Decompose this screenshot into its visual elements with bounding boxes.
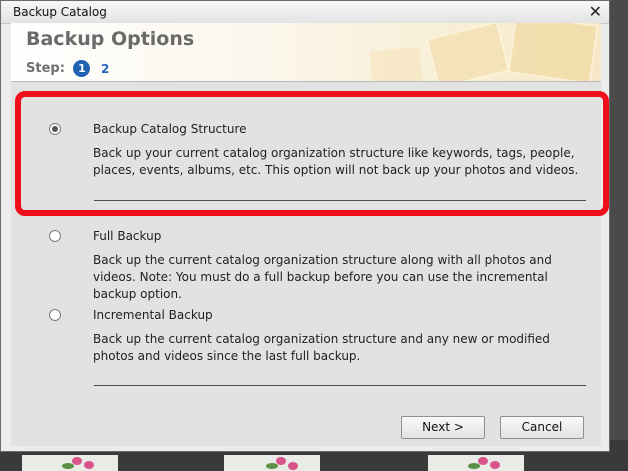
radio-full-backup[interactable] <box>49 230 61 242</box>
option-label[interactable]: Incremental Backup <box>93 308 213 322</box>
decorative-photo <box>369 46 423 81</box>
step-indicator: Step: 1 2 <box>26 60 109 77</box>
title-bar: Backup Catalog ✕ <box>1 1 609 24</box>
radio-incremental-backup[interactable] <box>49 309 61 321</box>
decorative-photo <box>507 23 599 81</box>
cancel-button[interactable]: Cancel <box>500 416 584 439</box>
highlight-annotation <box>15 91 609 216</box>
next-button[interactable]: Next > <box>401 416 485 439</box>
background-photo <box>428 455 524 471</box>
background-photo <box>224 455 320 471</box>
option-description: Back up the current catalog organization… <box>93 253 552 301</box>
step-label: Step: <box>26 61 65 76</box>
close-icon[interactable]: ✕ <box>589 2 602 21</box>
step-2-link: 2 <box>100 61 110 76</box>
step-1-badge: 1 <box>73 60 91 77</box>
page-title: Backup Options <box>26 28 195 50</box>
backup-catalog-dialog: Backup Catalog ✕ Backup Options Step: 1 … <box>0 0 610 452</box>
decorative-photo <box>425 23 511 81</box>
option-description: Back up the current catalog organization… <box>93 332 550 363</box>
wizard-header: Backup Options Step: 1 2 <box>11 23 601 82</box>
divider <box>94 385 586 386</box>
option-label[interactable]: Full Backup <box>93 229 161 243</box>
window-title: Backup Catalog <box>13 5 107 19</box>
background-photo <box>22 455 118 471</box>
